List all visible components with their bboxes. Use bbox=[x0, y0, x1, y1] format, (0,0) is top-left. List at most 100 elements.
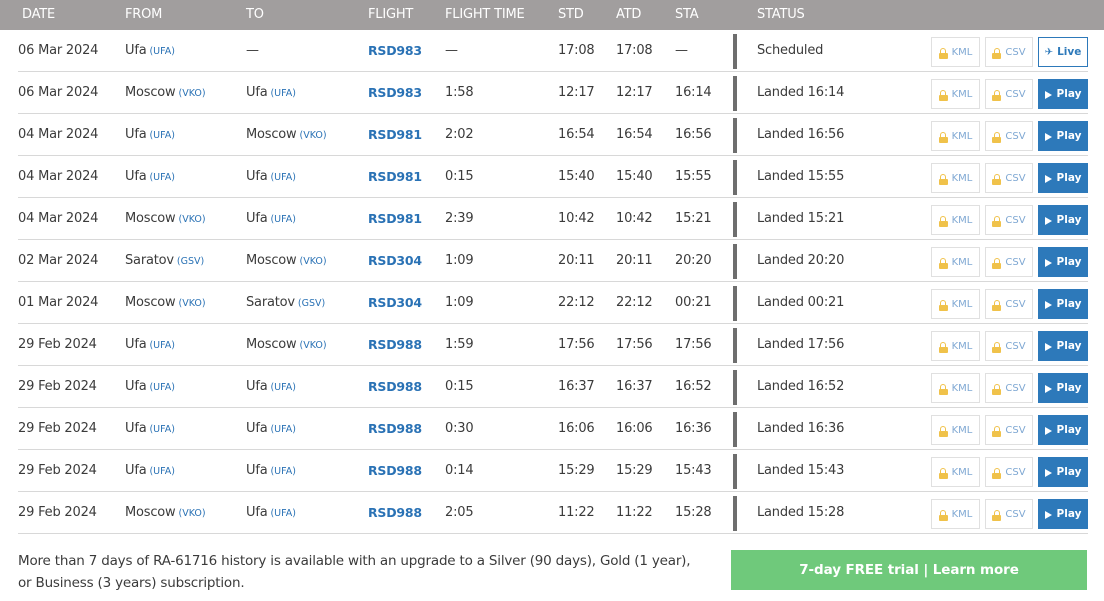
sta-cell: 00:21 bbox=[675, 295, 712, 310]
csv-download-button[interactable]: CSV bbox=[985, 37, 1033, 67]
flight-number-link[interactable]: RSD304 bbox=[368, 282, 422, 324]
csv-download-button[interactable]: CSV bbox=[985, 121, 1033, 151]
kml-download-button[interactable]: KML bbox=[931, 415, 980, 445]
csv-label: CSV bbox=[1005, 214, 1026, 226]
to-airport-code[interactable]: (VKO) bbox=[299, 130, 326, 141]
play-button[interactable]: Play bbox=[1038, 289, 1088, 319]
live-button[interactable]: ✈ Live bbox=[1038, 37, 1088, 67]
csv-download-button[interactable]: CSV bbox=[985, 499, 1033, 529]
play-icon bbox=[1044, 300, 1052, 309]
flight-number-link[interactable]: RSD304 bbox=[368, 240, 422, 282]
csv-download-button[interactable]: CSV bbox=[985, 163, 1033, 193]
from-airport-code[interactable]: (GSV) bbox=[177, 256, 204, 267]
to-airport-code[interactable]: (UFA) bbox=[270, 382, 295, 393]
kml-download-button[interactable]: KML bbox=[931, 121, 980, 151]
kml-download-button[interactable]: KML bbox=[931, 289, 980, 319]
kml-download-button[interactable]: KML bbox=[931, 331, 980, 361]
flight-number-link[interactable]: RSD981 bbox=[368, 114, 422, 156]
flight-number-link[interactable]: RSD988 bbox=[368, 492, 422, 534]
csv-download-button[interactable]: CSV bbox=[985, 289, 1033, 319]
play-button[interactable]: Play bbox=[1038, 79, 1088, 109]
csv-download-button[interactable]: CSV bbox=[985, 415, 1033, 445]
play-button[interactable]: Play bbox=[1038, 373, 1088, 403]
kml-download-button[interactable]: KML bbox=[931, 499, 980, 529]
play-button[interactable]: Play bbox=[1038, 163, 1088, 193]
to-airport-code[interactable]: (VKO) bbox=[299, 256, 326, 267]
free-trial-button[interactable]: 7-day FREE trial | Learn more bbox=[731, 550, 1087, 590]
play-button[interactable]: Play bbox=[1038, 457, 1088, 487]
std-cell: 16:06 bbox=[558, 421, 595, 436]
csv-download-button[interactable]: CSV bbox=[985, 373, 1033, 403]
flight-number-link[interactable]: RSD988 bbox=[368, 324, 422, 366]
csv-download-button[interactable]: CSV bbox=[985, 331, 1033, 361]
flight-number-link[interactable]: RSD981 bbox=[368, 156, 422, 198]
from-city: Moscow bbox=[125, 211, 176, 226]
kml-download-button[interactable]: KML bbox=[931, 457, 980, 487]
flight-time-cell: 1:09 bbox=[445, 295, 474, 310]
play-label: Play bbox=[1056, 172, 1082, 184]
from-airport-code[interactable]: (VKO) bbox=[178, 88, 205, 99]
status-cell: Landed 00:21 bbox=[757, 295, 845, 310]
play-icon bbox=[1044, 384, 1052, 393]
to-airport-code[interactable]: (UFA) bbox=[270, 424, 295, 435]
atd-cell: 17:08 bbox=[616, 43, 653, 58]
to-airport-code[interactable]: (UFA) bbox=[270, 172, 295, 183]
play-button[interactable]: Play bbox=[1038, 247, 1088, 277]
flight-number-link[interactable]: RSD983 bbox=[368, 72, 422, 114]
to-city: Ufa bbox=[246, 85, 268, 100]
csv-download-button[interactable]: CSV bbox=[985, 205, 1033, 235]
flight-number-link[interactable]: RSD983 bbox=[368, 30, 422, 72]
flight-number-link[interactable]: RSD988 bbox=[368, 450, 422, 492]
kml-download-button[interactable]: KML bbox=[931, 205, 980, 235]
from-airport-code[interactable]: (UFA) bbox=[149, 340, 174, 351]
csv-download-button[interactable]: CSV bbox=[985, 457, 1033, 487]
play-button[interactable]: Play bbox=[1038, 415, 1088, 445]
to-cell: Moscow (VKO) bbox=[246, 324, 327, 366]
to-airport-code[interactable]: (GSV) bbox=[298, 298, 325, 309]
atd-cell: 16:06 bbox=[616, 421, 653, 436]
to-airport-code[interactable]: (UFA) bbox=[270, 508, 295, 519]
flight-number-link[interactable]: RSD981 bbox=[368, 198, 422, 240]
from-airport-code[interactable]: (UFA) bbox=[149, 46, 174, 57]
csv-download-button[interactable]: CSV bbox=[985, 247, 1033, 277]
kml-download-button[interactable]: KML bbox=[931, 373, 980, 403]
sta-cell: 15:21 bbox=[675, 211, 712, 226]
from-airport-code[interactable]: (VKO) bbox=[178, 298, 205, 309]
to-airport-code[interactable]: (UFA) bbox=[270, 88, 295, 99]
from-airport-code[interactable]: (UFA) bbox=[149, 382, 174, 393]
kml-label: KML bbox=[951, 340, 973, 352]
to-airport-code[interactable]: (VKO) bbox=[299, 340, 326, 351]
play-button[interactable]: Play bbox=[1038, 499, 1088, 529]
csv-label: CSV bbox=[1005, 172, 1026, 184]
to-airport-code[interactable]: (UFA) bbox=[270, 214, 295, 225]
from-airport-code[interactable]: (VKO) bbox=[178, 214, 205, 225]
to-cell: Ufa (UFA) bbox=[246, 72, 296, 114]
header-flight-time: FLIGHT TIME bbox=[445, 7, 525, 22]
kml-label: KML bbox=[951, 214, 973, 226]
from-airport-code[interactable]: (UFA) bbox=[149, 466, 174, 477]
play-button[interactable]: Play bbox=[1038, 331, 1088, 361]
flight-number-link[interactable]: RSD988 bbox=[368, 408, 422, 450]
to-city: Saratov bbox=[246, 295, 295, 310]
from-airport-code[interactable]: (UFA) bbox=[149, 424, 174, 435]
to-city: Moscow bbox=[246, 127, 297, 142]
play-button[interactable]: Play bbox=[1038, 205, 1088, 235]
kml-download-button[interactable]: KML bbox=[931, 37, 980, 67]
from-airport-code[interactable]: (UFA) bbox=[149, 130, 174, 141]
to-airport-code[interactable]: (UFA) bbox=[270, 466, 295, 477]
from-city: Ufa bbox=[125, 337, 147, 352]
from-airport-code[interactable]: (VKO) bbox=[178, 508, 205, 519]
play-icon bbox=[1044, 258, 1052, 267]
play-button[interactable]: Play bbox=[1038, 121, 1088, 151]
from-airport-code[interactable]: (UFA) bbox=[149, 172, 174, 183]
lock-icon bbox=[992, 341, 1002, 353]
kml-download-button[interactable]: KML bbox=[931, 163, 980, 193]
kml-download-button[interactable]: KML bbox=[931, 247, 980, 277]
flight-number-link[interactable]: RSD988 bbox=[368, 366, 422, 408]
status-indicator-bar bbox=[733, 370, 737, 405]
kml-download-button[interactable]: KML bbox=[931, 79, 980, 109]
status-indicator-bar bbox=[733, 412, 737, 447]
atd-cell: 15:29 bbox=[616, 463, 653, 478]
play-icon bbox=[1044, 342, 1052, 351]
csv-download-button[interactable]: CSV bbox=[985, 79, 1033, 109]
